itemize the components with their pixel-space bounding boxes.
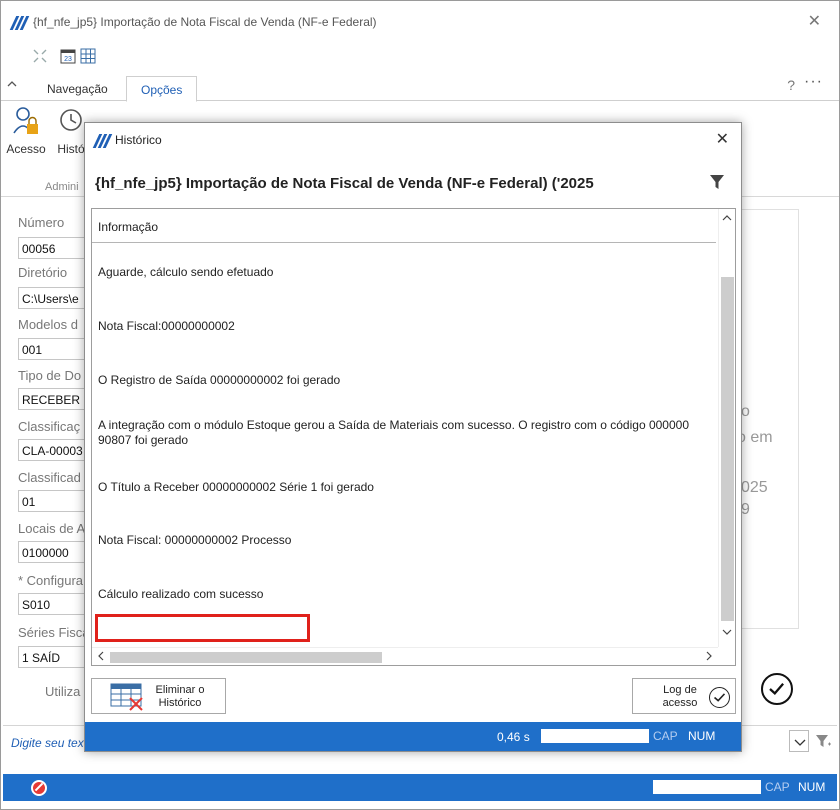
chevron-down-icon[interactable]	[789, 730, 809, 752]
close-button[interactable]: ✕	[808, 11, 821, 31]
chevron-down-icon[interactable]	[722, 627, 732, 637]
tab-navegacao[interactable]: Navegação	[33, 76, 122, 102]
dialog-title-bar: Histórico ✕	[85, 123, 741, 157]
grid-row-selected[interactable]: Nota Fiscal: 00000000002 Processo	[98, 533, 718, 547]
horizontal-scrollbar[interactable]	[92, 647, 718, 665]
collapse-arrows-icon[interactable]	[31, 47, 49, 65]
access-button[interactable]: Acesso	[5, 105, 47, 156]
field-label: Modelos d	[18, 317, 78, 332]
help-icon[interactable]: ?	[787, 77, 795, 93]
utiliza-label: Utiliza	[45, 684, 81, 699]
clear-table-icon	[110, 683, 143, 711]
background-text: 025	[741, 479, 768, 496]
dialog-title: Histórico	[115, 133, 162, 147]
command-input[interactable]: Digite seu tex	[11, 736, 84, 750]
window-title: {hf_nfe_jp5} Importação de Nota Fiscal d…	[33, 15, 377, 29]
calendar-icon[interactable]: 23	[59, 47, 77, 65]
chevron-right-icon[interactable]	[704, 650, 714, 662]
svg-text:23: 23	[64, 56, 72, 63]
dialog-status-bar: 0,46 s CAP NUM	[85, 722, 741, 751]
clear-history-label: Eliminar o Histórico	[150, 684, 210, 710]
user-lock-icon	[13, 107, 38, 134]
background-text: 9	[741, 501, 750, 518]
history-button[interactable]: Histó	[55, 105, 87, 156]
history-label: Histó	[57, 142, 85, 156]
field-label: * Configura	[18, 573, 84, 588]
field-label: Número	[18, 215, 65, 230]
ribbon-group-label: Admini	[45, 181, 79, 193]
status-bar: CAP NUM	[3, 774, 837, 801]
grid-row[interactable]: A integração com o módulo Estoque gerou …	[98, 418, 718, 432]
dialog-close-button[interactable]: ✕	[716, 129, 729, 149]
scroll-thumb[interactable]	[110, 652, 382, 663]
title-bar: {hf_nfe_jp5} Importação de Nota Fiscal d…	[1, 1, 839, 41]
confirm-check-icon[interactable]	[761, 673, 793, 705]
history-dialog: Histórico ✕ {hf_nfe_jp5} Importação de N…	[84, 122, 742, 752]
caps-indicator: CAP	[765, 780, 790, 794]
field-label: Séries Fisca	[18, 625, 90, 640]
column-header-informacao[interactable]: Informação	[98, 220, 158, 234]
history-grid: Informação Aguarde, cálculo sendo efetua…	[91, 208, 736, 666]
background-text: o em	[737, 429, 773, 446]
grid-row[interactable]: Aguarde, cálculo sendo efetuado	[98, 265, 718, 279]
label-line: Histórico	[158, 697, 202, 709]
chevron-left-icon[interactable]	[96, 650, 106, 662]
chevron-up-icon[interactable]	[722, 213, 732, 223]
app-logo-icon	[9, 16, 30, 30]
ribbon-tabs: Navegação Opções ? ···	[1, 73, 839, 102]
filter-icon[interactable]	[815, 733, 831, 749]
field-label: Classificaç	[18, 419, 81, 434]
elapsed-time: 0,46 s	[497, 730, 530, 744]
caps-indicator: CAP	[653, 729, 678, 743]
no-entry-icon	[31, 780, 47, 796]
filter-icon[interactable]	[709, 174, 725, 190]
status-input-box	[541, 729, 649, 743]
more-icon[interactable]: ···	[804, 73, 823, 91]
field-label: Locais de A	[18, 521, 86, 536]
clear-history-button[interactable]: Eliminar o Histórico	[91, 678, 226, 714]
label-line: Log de	[663, 684, 697, 696]
grid-view-icon[interactable]	[79, 47, 97, 65]
field-label: Tipo de Do	[18, 368, 82, 383]
check-circle-icon	[709, 687, 730, 708]
tab-opcoes[interactable]: Opções	[126, 76, 198, 102]
grid-header: Informação	[92, 209, 716, 243]
dialog-header-title: {hf_nfe_jp5} Importação de Nota Fiscal d…	[95, 175, 594, 192]
label-line: acesso	[662, 697, 698, 709]
grid-row-continuation: 90807 foi gerado	[98, 433, 189, 447]
background-text: o	[741, 403, 750, 420]
field-label: Diretório	[18, 265, 68, 280]
grid-row[interactable]: Nota Fiscal:00000000002	[98, 319, 718, 333]
label-line: Eliminar o	[155, 684, 205, 696]
vertical-scrollbar[interactable]	[718, 209, 735, 647]
grid-row[interactable]: O Título a Receber 00000000002 Série 1 f…	[98, 480, 718, 494]
grid-row[interactable]: Cálculo realizado com sucesso	[98, 587, 718, 601]
clock-icon	[60, 109, 82, 131]
num-indicator: NUM	[688, 729, 716, 743]
field-label: Classificad	[18, 470, 81, 485]
access-log-label: Log de acesso	[655, 684, 705, 710]
highlight-box	[95, 614, 310, 642]
access-log-button[interactable]: Log de acesso	[632, 678, 736, 714]
status-input-box	[653, 780, 761, 794]
num-indicator: NUM	[798, 780, 826, 794]
chevron-up-icon[interactable]	[7, 79, 17, 89]
access-label: Acesso	[6, 142, 46, 156]
grid-row[interactable]: O Registro de Saída 00000000002 foi gera…	[98, 373, 718, 387]
scroll-thumb[interactable]	[721, 277, 734, 621]
app-logo-icon	[92, 134, 113, 148]
